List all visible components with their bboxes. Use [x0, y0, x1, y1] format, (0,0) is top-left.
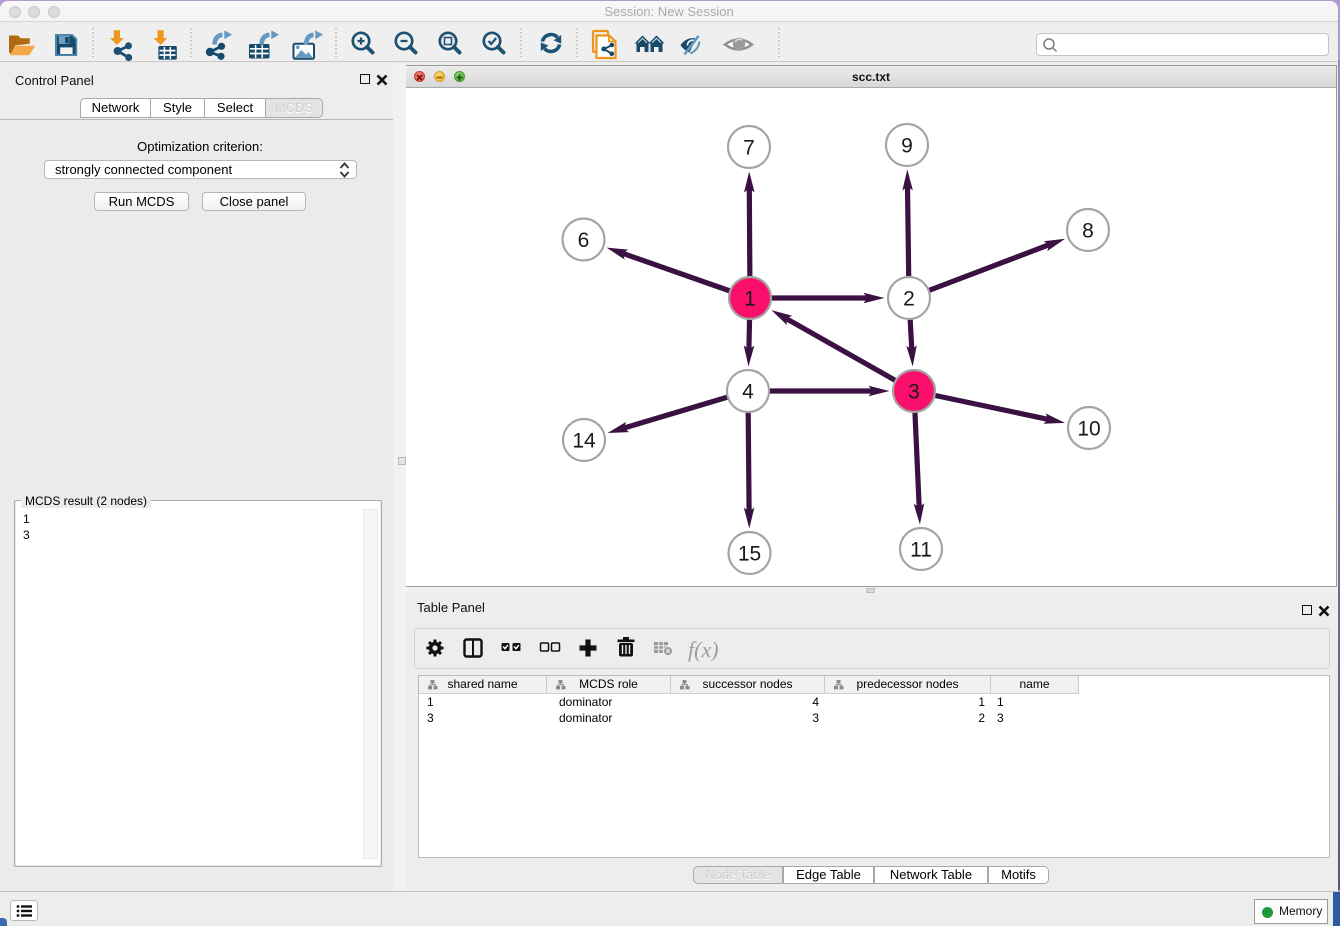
svg-text:1: 1	[744, 288, 756, 311]
svg-text:8: 8	[1082, 220, 1094, 243]
svg-text:2: 2	[903, 288, 915, 311]
svg-text:f(x): f(x)	[688, 637, 719, 662]
svg-text:10: 10	[1077, 418, 1100, 441]
svg-text:4: 4	[742, 381, 754, 404]
svg-text:14: 14	[572, 430, 596, 453]
svg-text:7: 7	[743, 137, 755, 160]
svg-text:9: 9	[901, 135, 913, 158]
svg-text:6: 6	[578, 229, 590, 252]
svg-text:3: 3	[908, 381, 920, 404]
svg-text:15: 15	[738, 543, 761, 566]
svg-text:11: 11	[910, 539, 932, 562]
